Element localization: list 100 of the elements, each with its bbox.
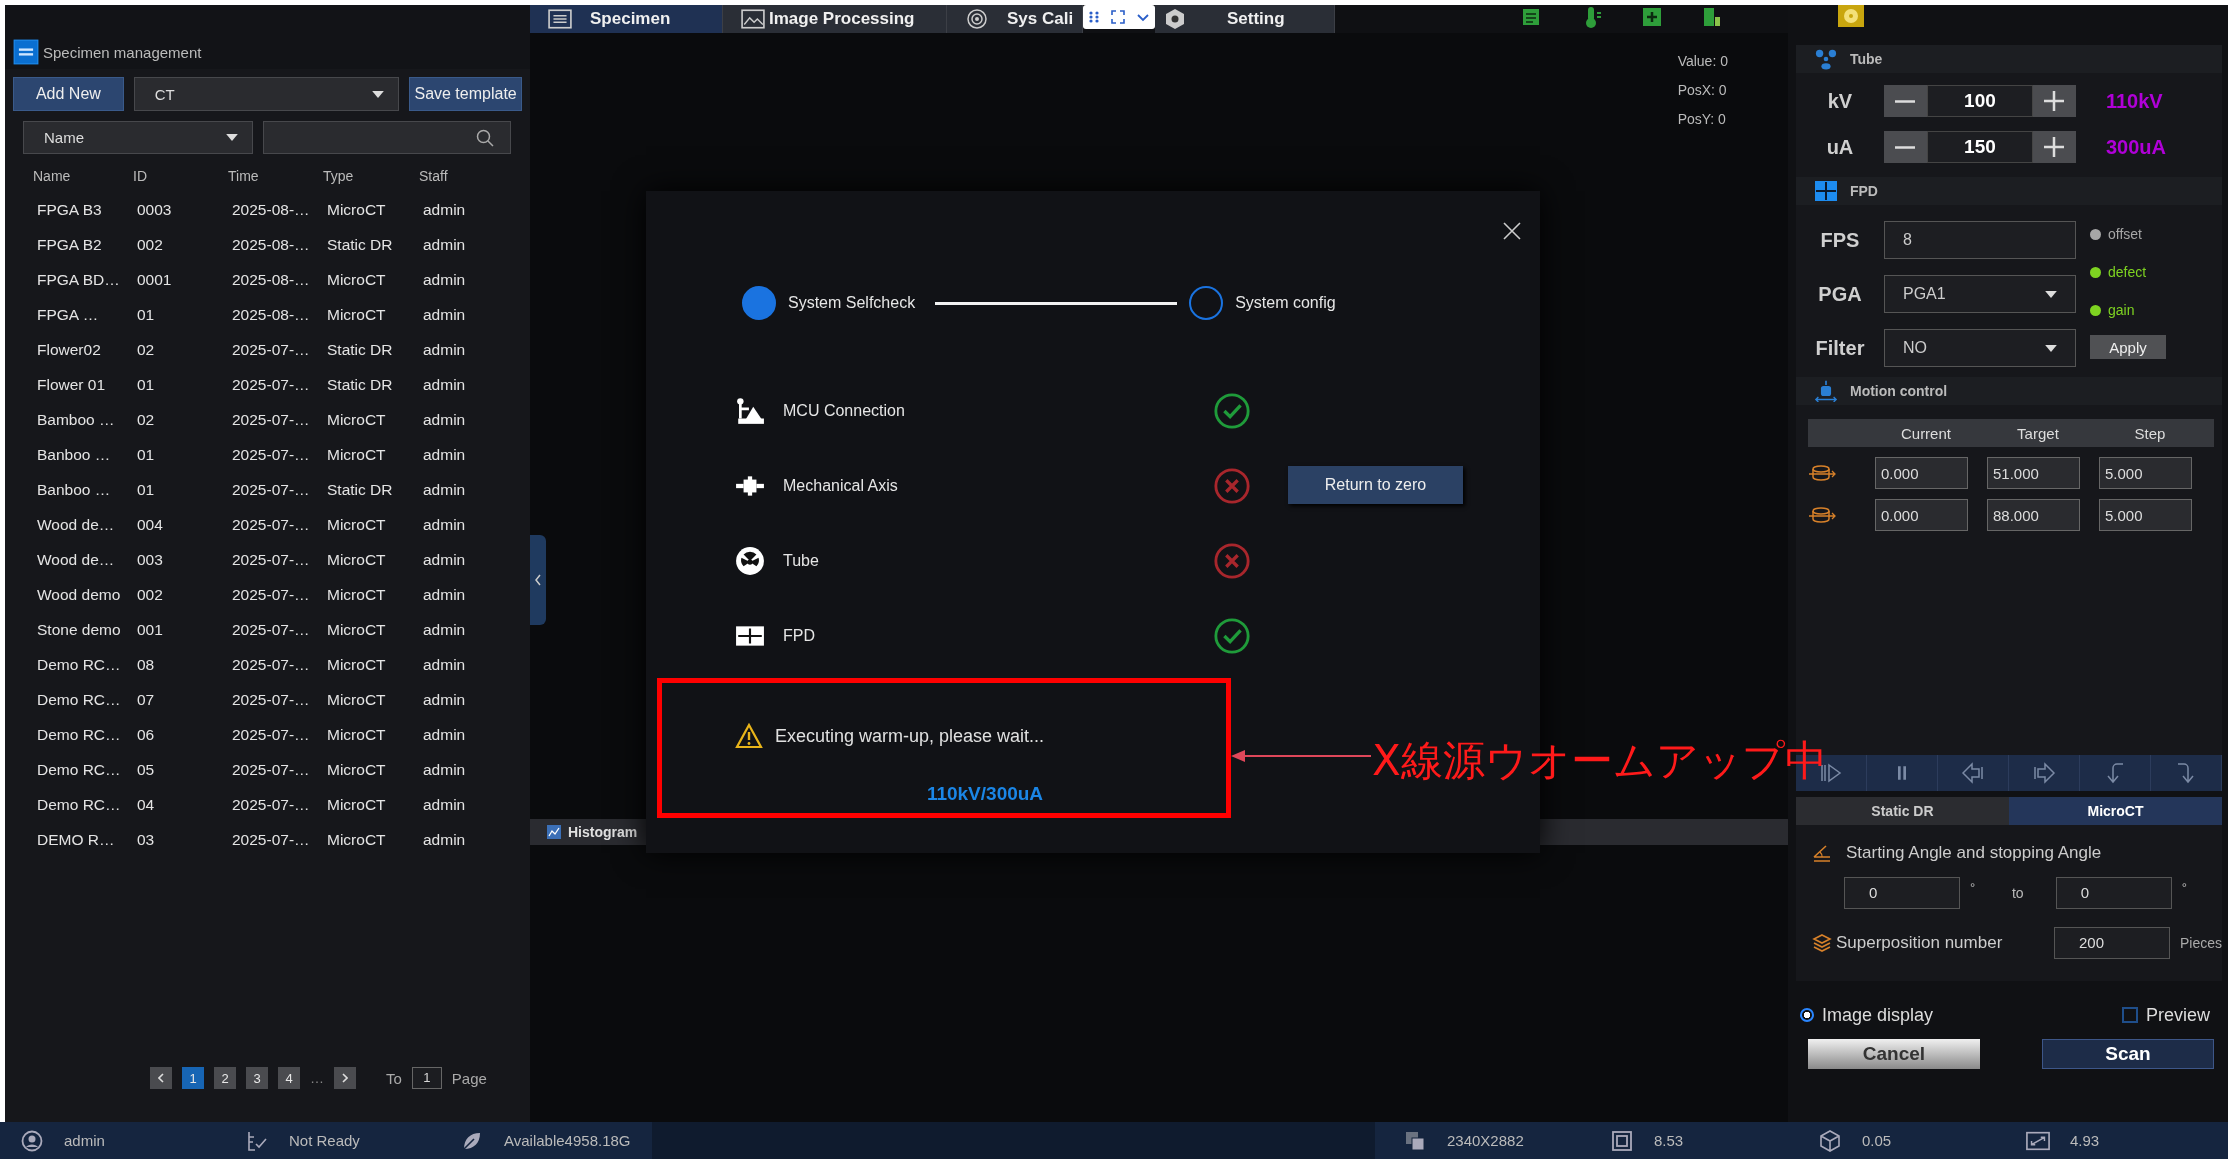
filter-select[interactable]: Name <box>23 121 253 154</box>
close-icon[interactable] <box>1502 221 1522 241</box>
drag-handle-icon[interactable] <box>1088 10 1101 24</box>
table-cell: admin <box>423 235 466 254</box>
table-cell: admin <box>423 760 466 779</box>
caret-icon <box>2044 290 2057 298</box>
value-field[interactable]: 150 <box>1926 131 2033 163</box>
table-cell: MicroCT <box>327 270 386 289</box>
table-cell: MicroCT <box>327 830 386 849</box>
step-label: System config <box>1235 294 1336 312</box>
table-cell: MicroCT <box>327 760 386 779</box>
superposition-field[interactable]: 200 <box>2053 927 2170 959</box>
value-field[interactable]: 100 <box>1926 85 2033 117</box>
fps-field[interactable]: 8 <box>1883 221 2076 259</box>
table-cell: admin <box>423 410 466 429</box>
panel-title: Specimen management <box>43 44 202 63</box>
mode-tab[interactable]: Static DR <box>1795 797 2009 825</box>
tab[interactable]: Specimen <box>530 5 723 33</box>
section-title: Motion control <box>1849 383 1948 399</box>
parameter-label: kV <box>1826 89 1854 113</box>
table-cell: admin <box>423 515 466 534</box>
previous-page-button[interactable] <box>150 1067 172 1089</box>
page-input[interactable]: 1 <box>411 1067 442 1089</box>
metric-value: 4.93 <box>2070 1132 2100 1149</box>
page-button[interactable]: 1 <box>182 1067 204 1089</box>
column-header: Time <box>228 168 259 184</box>
metric-value: 0.05 <box>1862 1132 1892 1149</box>
scan-button[interactable]: Scan <box>2042 1039 2214 1069</box>
add-new-button[interactable]: Add New <box>13 77 124 111</box>
increment-button[interactable] <box>2032 85 2076 117</box>
table-cell: DEMO R… <box>37 830 115 849</box>
table-cell: 02 <box>137 410 155 429</box>
table-cell: 2025-07-… <box>232 830 310 849</box>
mode-tab[interactable]: MicroCT <box>2009 797 2222 825</box>
tube-setting: 110kV/300uA <box>925 783 1045 805</box>
page-button[interactable]: 2 <box>214 1067 236 1089</box>
resolution-icon <box>1403 1129 1427 1152</box>
page-button[interactable]: 4 <box>278 1067 300 1089</box>
table-cell: 2025-08-… <box>232 305 310 324</box>
table-cell: MicroCT <box>327 620 386 639</box>
plus-icon[interactable] <box>1640 5 1664 29</box>
tab[interactable]: Image Processing <box>723 5 947 33</box>
table-cell: admin <box>423 690 466 709</box>
table-cell: FPGA B2 <box>37 235 102 254</box>
axis-value-field[interactable]: 0.000 <box>1874 457 1968 489</box>
next-page-button[interactable] <box>334 1067 356 1089</box>
pga-select[interactable]: PGA1 <box>1883 275 2076 313</box>
column-header: Current <box>1899 424 1952 442</box>
axis-value-field[interactable]: 88.000 <box>1986 499 2080 531</box>
apply-button[interactable]: Apply <box>2089 335 2166 359</box>
table-cell: 002 <box>137 585 163 604</box>
table-cell: MicroCT <box>327 445 386 464</box>
table-cell: FPGA BD… <box>37 270 120 289</box>
column-header: Step <box>2133 424 2167 442</box>
expand-icon <box>2026 1129 2050 1152</box>
checkbox[interactable] <box>2121 1007 2138 1023</box>
axis-value-field[interactable]: 5.000 <box>2098 499 2192 531</box>
collapse-handle[interactable] <box>530 535 546 625</box>
filter-select[interactable]: NO <box>1883 329 2076 367</box>
cube-icon <box>1818 1129 1842 1152</box>
table-cell: 2025-07-… <box>232 445 310 464</box>
save-template-button[interactable]: Save template <box>409 77 522 111</box>
column-header: Target <box>2016 424 2060 442</box>
warning-message: Executing warm-up, please wait... <box>775 725 1045 747</box>
axis-value-field[interactable]: 51.000 <box>1986 457 2080 489</box>
target-icon <box>965 8 989 30</box>
reading: 300uA <box>2105 135 2166 159</box>
page-label: Page <box>451 1069 487 1087</box>
table-cell: MicroCT <box>327 200 386 219</box>
return-to-zero-button[interactable]: Return to zero <box>1288 466 1463 504</box>
table-cell: 01 <box>137 375 155 394</box>
table-cell: 01 <box>137 480 155 499</box>
section-title: Tube <box>1849 51 1883 67</box>
cancel-button[interactable]: Cancel <box>1807 1039 1980 1069</box>
fullscreen-icon[interactable] <box>1111 10 1125 24</box>
table-cell: admin <box>423 585 466 604</box>
start-angle-field[interactable]: 0 <box>1843 877 1960 909</box>
radio-button[interactable] <box>1799 1008 1814 1022</box>
tab[interactable]: Sys Cali <box>947 5 1083 33</box>
end-angle-field[interactable]: 0 <box>2055 877 2172 909</box>
readout: PosX: 0 <box>1677 82 1728 98</box>
axis-value-field[interactable]: 5.000 <box>2098 457 2192 489</box>
list-icon <box>13 39 39 65</box>
table-cell: MicroCT <box>327 725 386 744</box>
angle-title: Starting Angle and stopping Angle <box>1845 843 2102 863</box>
type-select[interactable]: CT <box>133 77 400 111</box>
axis-value-field[interactable]: 0.000 <box>1874 499 1968 531</box>
increment-button[interactable] <box>2032 131 2076 163</box>
page-button[interactable]: 3 <box>246 1067 268 1089</box>
decrement-button[interactable] <box>1883 131 1927 163</box>
table-cell: 002 <box>137 235 163 254</box>
decrement-button[interactable] <box>1883 85 1927 117</box>
chevron-right-icon <box>342 1073 348 1083</box>
table-cell: admin <box>423 830 466 849</box>
search-field[interactable] <box>263 121 511 154</box>
tab[interactable]: Setting <box>1155 5 1335 33</box>
table-cell: admin <box>423 305 466 324</box>
table-cell: Static DR <box>327 235 393 254</box>
metric-value: 8.53 <box>1654 1132 1684 1149</box>
storage-info: Available4958.18G <box>504 1132 631 1149</box>
